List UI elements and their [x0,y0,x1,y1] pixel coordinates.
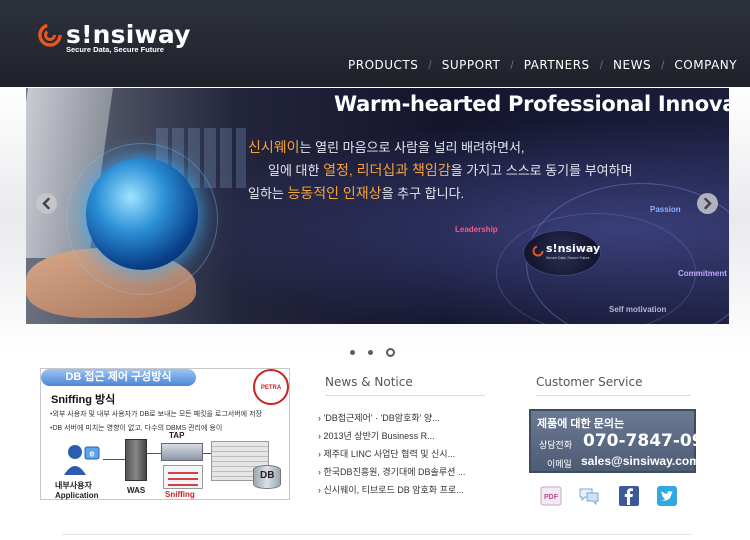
nav-separator: / [428,58,432,72]
news-section-title: News & Notice [325,375,485,396]
tap-switch-image [161,443,203,461]
customer-service-card: 제품에 대한 문의는 상담전화 070-7847-0901 이메일 sales@… [529,409,727,473]
emblem-wordmark: s!nsiway [546,242,601,255]
hero-globe-image [86,158,198,270]
logo-tagline: Secure Data, Secure Future [66,45,164,54]
nav-separator: / [510,58,514,72]
sniffing-monitor-image [163,465,203,489]
news-item[interactable]: 'DB접근제어' · 'DB암호화' 양... [318,411,488,429]
inquiry-text: 제품에 대한 문의는 [537,418,625,430]
keyword-commitment: Commitment [678,269,727,278]
hero-headline: Warm-hearted Professional Innovator. [334,92,729,116]
pdf-icon[interactable]: PDF [540,486,562,506]
hero-copy-text: 일에 대한 [268,163,324,178]
label-application: Application [55,491,99,500]
facebook-icon[interactable] [618,486,640,506]
hero-highlight: 신시웨이 [248,139,300,155]
twitter-icon[interactable] [656,486,678,506]
promo-title: DB 접근 제어 구성방식 [41,369,196,386]
petra-badge: PETRA [253,369,289,405]
hero-copy-text: 는 열린 마음으로 사람을 널리 배려하면서, [299,140,525,155]
hero-copy: 신시웨이는 열린 마음으로 사람을 널리 배려하면서, 일에 대한 열정, 리더… [248,136,633,205]
hero-emblem: s!nsiway Secure Data, Secure Future [523,230,601,276]
promo-subtitle: Sniffing 방식 [51,394,116,406]
keyword-self-motivation: Self motivation [609,305,667,314]
phone-label: 상담전화 [539,440,573,450]
slide-prev-button[interactable] [36,193,57,214]
nav-separator: / [661,58,665,72]
pager-dot-2[interactable] [368,350,373,356]
chat-icon[interactable] [578,486,600,506]
nav-support[interactable]: SUPPORT [442,58,501,72]
site-header: s!nsiway Secure Data, Secure Future PROD… [0,0,750,87]
chevron-right-icon [704,197,712,210]
phone-number[interactable]: 070-7847-0901 [583,431,727,451]
email-label: 이메일 [547,459,572,469]
hero-copy-line-3: 일하는 능동적인 인재상을 추구 합니다. [248,182,633,205]
site-logo[interactable]: s!nsiway Secure Data, Secure Future [38,20,190,56]
db-access-control-promo[interactable]: DB 접근 제어 구성방식 PETRA Sniffing 방식 외부 사용자 및… [40,368,290,500]
nav-news[interactable]: NEWS [613,58,651,72]
label-sniffing: Sniffing [165,490,195,499]
chevron-left-icon [42,197,50,210]
network-link [103,459,125,460]
keyword-passion: Passion [650,205,681,214]
label-was: WAS [127,486,146,495]
email-address[interactable]: sales@sinsiway.com [581,454,700,468]
hero-copy-line-1: 신시웨이는 열린 마음으로 사람을 널리 배려하면서, [248,136,633,159]
news-list: 'DB접근제어' · 'DB암호화' 양... 2013년 상반기 Busine… [318,411,488,501]
emblem-swirl-icon [532,245,544,257]
nav-separator: / [599,58,604,72]
slide-pager [350,344,408,358]
hero-highlight: 능동적인 인재상 [287,185,382,201]
news-item[interactable]: 2013년 상반기 Business R... [318,429,488,447]
customer-service-title: Customer Service [536,375,691,396]
hero-banner[interactable]: Warm-hearted Professional Innovator. 신시웨… [26,88,729,324]
label-tap: TAP [169,431,185,440]
nav-partners[interactable]: PARTNERS [524,58,590,72]
label-db: DB [260,470,275,481]
network-link [203,453,211,454]
network-link [147,453,161,454]
svg-text:e: e [89,449,94,459]
hero-copy-text: 을 추구 합니다. [381,186,465,201]
keyword-leadership: Leadership [455,225,498,234]
promo-bullet: DB 서버에 미치는 영향이 없고, 다수의 DBMS 관리에 용이 [50,423,222,433]
label-internal-user-text: 내부사용자 [55,481,92,490]
promo-bullet: 외부 사용자 및 내부 사용자가 DB로 보내는 모든 패킷을 로그서버에 저장 [50,409,262,419]
footer-divider [62,534,692,535]
was-server-image [125,439,147,481]
logo-swirl-icon [38,23,62,47]
main-nav: PRODUCTS / SUPPORT / PARTNERS / NEWS / COMPANY [348,58,737,74]
nav-products[interactable]: PRODUCTS [348,58,418,72]
hero-copy-text: 을 가지고 스스로 동기를 부여하며 [450,163,633,178]
hero-highlight: 열정, 리더십과 책임감 [323,162,451,178]
news-item[interactable]: 제주대 LINC 사업단 협력 및 신시... [318,447,488,465]
user-icon: e [64,445,100,475]
emblem-tagline: Secure Data, Secure Future [546,256,590,260]
pager-dot-3[interactable] [386,348,395,358]
svg-text:PDF: PDF [544,494,559,501]
pager-dot-1[interactable] [350,350,355,356]
label-internal-user: 내부사용자 Application [55,480,99,500]
hero-copy-line-2: 일에 대한 열정, 리더십과 책임감을 가지고 스스로 동기를 부여하며 [248,159,633,182]
slide-next-button[interactable] [697,193,718,214]
news-item[interactable]: 한국DB진흥원, 경기대에 DB솔루션 ... [318,465,488,483]
nav-company[interactable]: COMPANY [674,58,737,72]
news-item[interactable]: 신시웨이, 티브로드 DB 암호화 프로... [318,483,488,501]
hero-copy-text: 일하는 [248,186,288,201]
